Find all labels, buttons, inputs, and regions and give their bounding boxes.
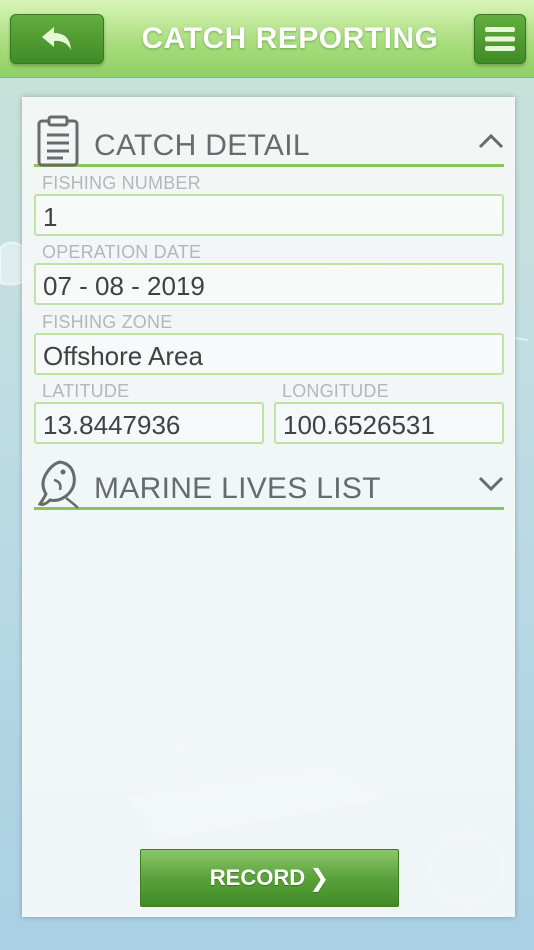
catch-detail-header[interactable]: CATCH DETAIL [34,107,504,167]
chevron-right-icon: ❯ [309,864,330,892]
hamburger-menu-icon [485,27,515,51]
fishing-zone-label: FISHING ZONE [42,312,173,332]
marine-lives-header[interactable]: MARINE LIVES LIST [34,450,504,510]
operation-date-field[interactable]: 07 - 08 - 2019 [34,263,504,305]
record-button[interactable]: RECORD ❯ [140,849,399,907]
back-button[interactable] [10,14,104,64]
back-arrow-icon [42,27,71,50]
fish-icon [37,460,79,509]
fishing-number-field[interactable]: 1 [34,194,504,236]
catch-form-card: CATCH DETAIL FISHING NUMBER 1 OPERATION … [22,97,515,917]
record-button-label: RECORD [209,865,306,890]
longitude-field[interactable]: 100.6526531 [274,402,504,444]
marine-lives-title: MARINE LIVES LIST [94,472,381,505]
app-header: CATCH REPORTING [0,0,534,78]
operation-date-label: OPERATION DATE [42,242,202,262]
latitude-field[interactable]: 13.8447936 [34,402,264,444]
latitude-label: LATITUDE [42,381,130,401]
fishing-number-label: FISHING NUMBER [42,173,201,193]
fishing-zone-field[interactable]: Offshore Area [34,333,504,375]
clipboard-icon [37,115,79,167]
longitude-label: LONGITUDE [282,381,389,401]
menu-button[interactable] [474,14,526,64]
catch-detail-title: CATCH DETAIL [94,129,310,162]
chevron-up-icon [478,133,504,149]
chevron-down-icon [478,476,504,492]
page-title: CATCH REPORTING [141,22,439,55]
